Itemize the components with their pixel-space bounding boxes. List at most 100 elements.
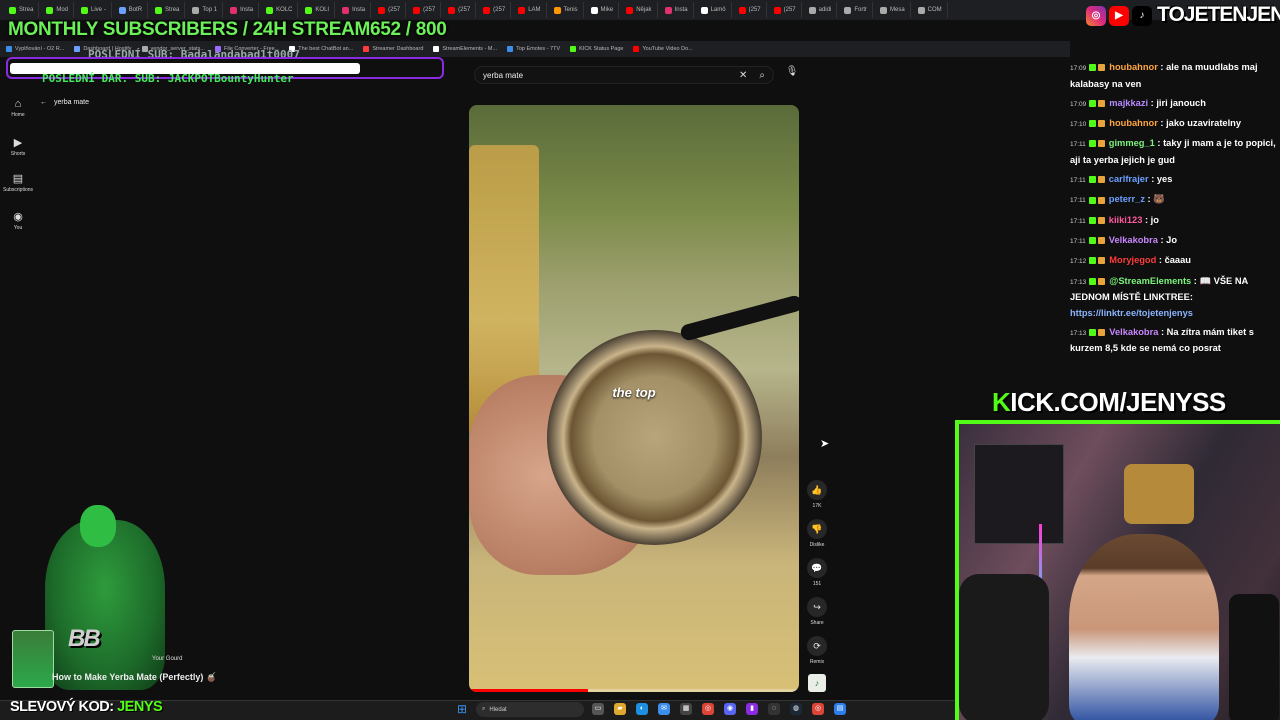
browser-tab[interactable]: BotR — [114, 2, 149, 18]
video-caption: the top — [612, 385, 656, 400]
search-box[interactable]: ✕ ⌕ — [474, 66, 774, 84]
steam-icon[interactable]: ◍ — [790, 703, 802, 715]
chat-message: 17:09 houbahnor : ale na muudlabs maj kal… — [1070, 60, 1280, 92]
bookmark-item[interactable]: YouTube Video Do... — [633, 46, 693, 52]
browser-tab[interactable]: (257 — [734, 2, 767, 18]
browser-tab[interactable]: KOLI — [300, 2, 336, 18]
like-icon: 👍 — [807, 480, 827, 500]
obs-icon[interactable]: ◌ — [768, 703, 780, 715]
chat-separator: : — [1154, 138, 1164, 149]
sidebar-item-home[interactable]: ⌂ Home — [2, 98, 34, 118]
store-icon[interactable]: ▦ — [680, 703, 692, 715]
bookmark-item[interactable]: Top Emotes - 7TV — [507, 46, 560, 52]
sidebar-item-subscriptions[interactable]: ▤ Subscriptions — [2, 172, 34, 193]
like-button[interactable]: 👍 17K — [806, 480, 828, 509]
tab-favicon-icon — [844, 6, 852, 14]
browser-tab[interactable]: Lamö — [696, 2, 732, 18]
bookmark-item[interactable]: StreamElements - M... — [433, 46, 497, 52]
chat-username: carlfrajer — [1108, 174, 1149, 185]
promo-prefix: SLEVOVÝ KOD: — [10, 699, 118, 715]
browser-tab[interactable]: Insta — [225, 2, 260, 18]
browser-tab[interactable]: KOLC — [261, 2, 299, 18]
sidebar-item-you[interactable]: ◉ You — [2, 210, 34, 231]
browser-tab[interactable]: Tenis — [549, 2, 584, 18]
bookmark-label: Streamer Dashboard — [372, 46, 424, 52]
browser-tab[interactable]: COM — [913, 2, 948, 18]
comments-label: 151 — [812, 581, 822, 587]
browser-tab[interactable]: Fortr — [839, 2, 873, 18]
remix-button[interactable]: ⟳ Remix — [806, 636, 828, 665]
tab-favicon-icon — [917, 6, 925, 14]
search-input[interactable] — [483, 70, 739, 80]
tab-label: (257 — [388, 7, 401, 13]
dislike-label: Dislike — [809, 542, 825, 548]
browser-tab[interactable]: (257 — [478, 2, 512, 18]
folder-icon[interactable]: ▰ — [614, 703, 626, 715]
chat-message: 17:12 Moryjegod : čaaau — [1070, 253, 1280, 270]
discount-code-banner: SLEVOVÝ KOD: JENYS — [10, 699, 163, 715]
tab-favicon-icon — [773, 6, 781, 14]
bookmark-item[interactable]: Vyplňování - O2 R... — [6, 46, 64, 52]
note-icon[interactable]: ▤ — [834, 703, 846, 715]
clear-search-icon[interactable]: ✕ — [739, 70, 747, 81]
stream-microphone — [1229, 594, 1279, 720]
stream-chat: 17:09 houbahnor : ale na muudlabs maj kal… — [1070, 60, 1280, 360]
browser-tab[interactable]: Strea — [150, 2, 186, 18]
discord-icon[interactable]: ◉ — [724, 703, 736, 715]
kick-badge-icon — [1088, 237, 1096, 245]
audio-thumbnail[interactable]: ♪ — [808, 674, 826, 692]
search-icon[interactable]: ⌕ — [759, 70, 765, 81]
browser-tab[interactable]: LAM — [513, 2, 547, 18]
chat-timestamp: 17:10 — [1070, 121, 1087, 129]
browser-tab[interactable]: Insta — [337, 2, 372, 18]
browser-tab[interactable]: Live - — [76, 2, 112, 18]
browser-tab[interactable]: (257 — [443, 2, 477, 18]
browser-tab[interactable]: Mesa — [875, 2, 911, 18]
shorts-video-player[interactable]: the top — [469, 105, 799, 692]
app-icon[interactable]: ▮ — [746, 703, 758, 715]
back-button[interactable]: ← yerba mate — [40, 99, 89, 106]
windows-start-icon[interactable]: ⊞ — [457, 703, 469, 715]
taskbar-search[interactable]: ⌕ Hledat — [476, 702, 584, 717]
comments-button[interactable]: 💬 151 — [806, 558, 828, 587]
browser-tab[interactable]: (257 — [373, 2, 407, 18]
chat-separator: : — [1158, 326, 1167, 337]
share-icon: ↪ — [807, 597, 827, 617]
tab-favicon-icon — [9, 6, 16, 14]
chat-username: peterr_z — [1108, 194, 1145, 205]
bookmark-favicon-icon — [633, 46, 640, 52]
kick-url-rest: ICK.COM/JENYSS — [1010, 387, 1226, 417]
dislike-button[interactable]: 👎 Dislike — [806, 519, 828, 548]
share-button[interactable]: ↪ Share — [806, 597, 828, 626]
video-progress-bar[interactable] — [469, 689, 799, 692]
sidebar-item-shorts[interactable]: ▶ Shorts — [2, 136, 34, 157]
browser-tab[interactable]: (257 — [408, 2, 442, 18]
browser-tab[interactable]: Strea — [4, 2, 40, 18]
browser-tab[interactable]: adidi — [804, 2, 838, 18]
mail-icon[interactable]: ✉ — [658, 703, 670, 715]
tab-label: Mesa — [889, 7, 905, 13]
microphone-icon[interactable]: 🎙 — [784, 66, 800, 83]
browser-tab[interactable]: Nějak — [621, 2, 658, 18]
chat-link[interactable]: https://linktr.ee/tojetenjenys — [1070, 308, 1193, 318]
files-icon[interactable]: ▭ — [592, 703, 604, 715]
edge-icon[interactable]: ◐ — [636, 703, 648, 715]
bookmark-item[interactable]: KICK Status Page — [570, 46, 623, 52]
browser-tab[interactable]: Mike — [586, 2, 620, 18]
kick-badge-icon — [1088, 140, 1096, 148]
sub-badge-icon — [1098, 99, 1106, 107]
bookmark-label: The best ChatBot an... — [298, 46, 354, 52]
chat-text: 🐻 — [1153, 194, 1165, 205]
suggestion-title[interactable]: How to Make Yerba Mate (Perfectly) 🧉 — [52, 672, 217, 683]
browser-tab[interactable]: Top 1 — [187, 2, 224, 18]
sidebar-item-label: You — [13, 225, 23, 231]
browser-tab[interactable]: (257 — [769, 2, 802, 18]
chrome-icon[interactable]: ◎ — [702, 703, 714, 715]
browser-tab[interactable]: Mod — [41, 2, 75, 18]
chrome2-icon[interactable]: ◎ — [812, 703, 824, 715]
share-label: Share — [810, 620, 824, 626]
tab-label: Mod — [56, 7, 69, 13]
bookmark-item[interactable]: Streamer Dashboard — [363, 46, 423, 52]
tab-label: Strea — [165, 7, 180, 13]
browser-tab[interactable]: Insta — [660, 2, 694, 18]
